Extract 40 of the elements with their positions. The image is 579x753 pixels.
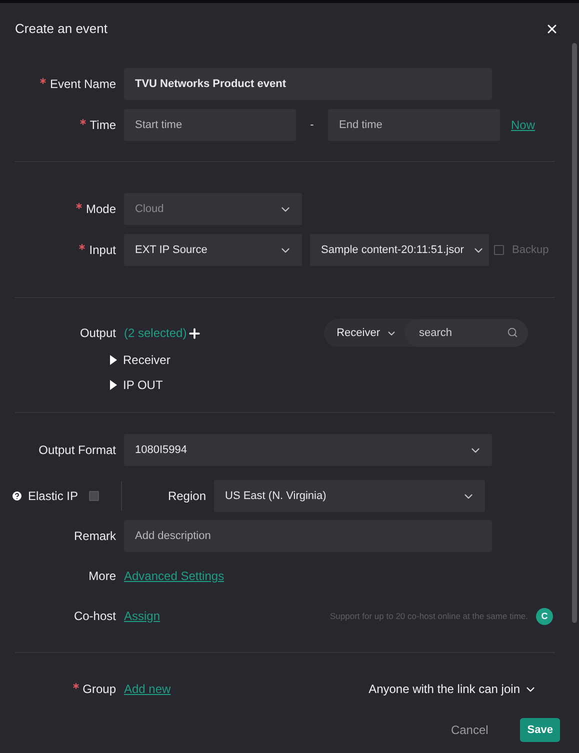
search-field[interactable]: search (405, 319, 528, 347)
field-label: Output (78, 326, 116, 340)
remark-field[interactable]: Add description (124, 520, 492, 552)
end-time-field[interactable]: End time (328, 109, 500, 141)
input-source-select[interactable]: EXT IP Source (124, 234, 302, 266)
field-label: Remark (72, 529, 116, 543)
field-label: Event Name (15, 77, 116, 91)
range-separator: - (309, 119, 315, 131)
advanced-settings-link[interactable]: Advanced Settings (124, 569, 224, 583)
add-new-link[interactable]: Add new (124, 682, 171, 696)
scrollbar[interactable] (572, 43, 577, 623)
dialog-title: Create an event (15, 21, 108, 36)
now-link[interactable]: Now (511, 118, 536, 132)
cancel-button[interactable]: Cancel (444, 722, 494, 738)
caret-right-icon (109, 380, 117, 390)
access-select[interactable]: Anyone with the link can join (362, 681, 543, 697)
selected-count: (2 selected) (124, 326, 187, 340)
region-select[interactable]: US East (N. Virginia) (214, 480, 485, 512)
field-label: Group (15, 682, 116, 696)
caret-right-icon (109, 354, 117, 364)
backup-label: Backup (512, 244, 549, 256)
field-label: Elastic IP (28, 489, 76, 503)
start-time-field[interactable]: Start time (124, 109, 296, 141)
help-icon[interactable] (11, 490, 23, 502)
tree-item[interactable]: IP OUT (15, 372, 555, 397)
search-icon (507, 327, 518, 338)
add-icon[interactable] (186, 326, 202, 340)
content-select[interactable]: Sample content-20:11:51.jsor (310, 234, 489, 266)
field-label: Co-host (72, 609, 116, 623)
event-name-field[interactable]: TVU Networks Product event (124, 68, 492, 100)
field-label: Output Format (38, 443, 116, 457)
save-button[interactable]: Save (520, 718, 560, 742)
assign-link[interactable]: Assign (124, 609, 160, 623)
field-label: Mode (15, 202, 116, 216)
field-label: More (88, 569, 116, 583)
field-label: Region (166, 489, 206, 503)
field-label: Time (15, 118, 116, 132)
tree-item[interactable]: Receiver (15, 347, 555, 372)
field-label: Input (15, 243, 116, 257)
output-format-select[interactable]: 1080I5994 (124, 434, 492, 466)
